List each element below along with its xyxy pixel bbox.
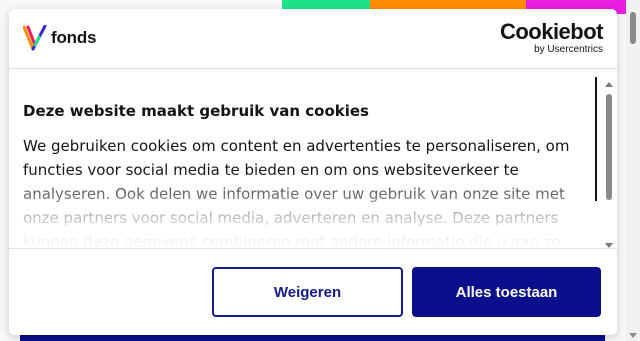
cookiebot-byline: by Usercentrics [534, 44, 603, 55]
fonds-v-logo-icon [23, 25, 47, 51]
consent-content[interactable]: Deze website maakt gebruik van cookies W… [9, 70, 617, 248]
cookie-consent-dialog: fonds Cookiebot by Usercentrics Deze web… [9, 9, 617, 335]
page-scrollbar[interactable] [626, 0, 640, 341]
content-scroll-up-icon[interactable] [605, 82, 613, 87]
dialog-footer: Weigeren Alles toestaan [9, 248, 617, 335]
page-scroll-thumb[interactable] [630, 12, 636, 44]
decline-button[interactable]: Weigeren [212, 267, 403, 317]
page-scroll-down-icon[interactable] [629, 333, 637, 338]
brand-logo: fonds [23, 24, 96, 52]
consent-title: Deze website maakt gebruik van cookies [23, 102, 369, 120]
cookiebot-name: Cookiebot [499, 19, 604, 44]
content-scroll-thumb[interactable] [606, 94, 612, 200]
dialog-header: fonds Cookiebot by Usercentrics [9, 9, 617, 69]
cookiebot-logo[interactable]: Cookiebot by Usercentrics [499, 19, 604, 56]
accept-all-button[interactable]: Alles toestaan [412, 267, 601, 317]
brand-name: fonds [51, 28, 97, 47]
content-scrollbar[interactable] [601, 76, 617, 248]
content-scroll-indicator [595, 77, 597, 201]
consent-body: We gebruiken cookies om content en adver… [23, 137, 570, 248]
